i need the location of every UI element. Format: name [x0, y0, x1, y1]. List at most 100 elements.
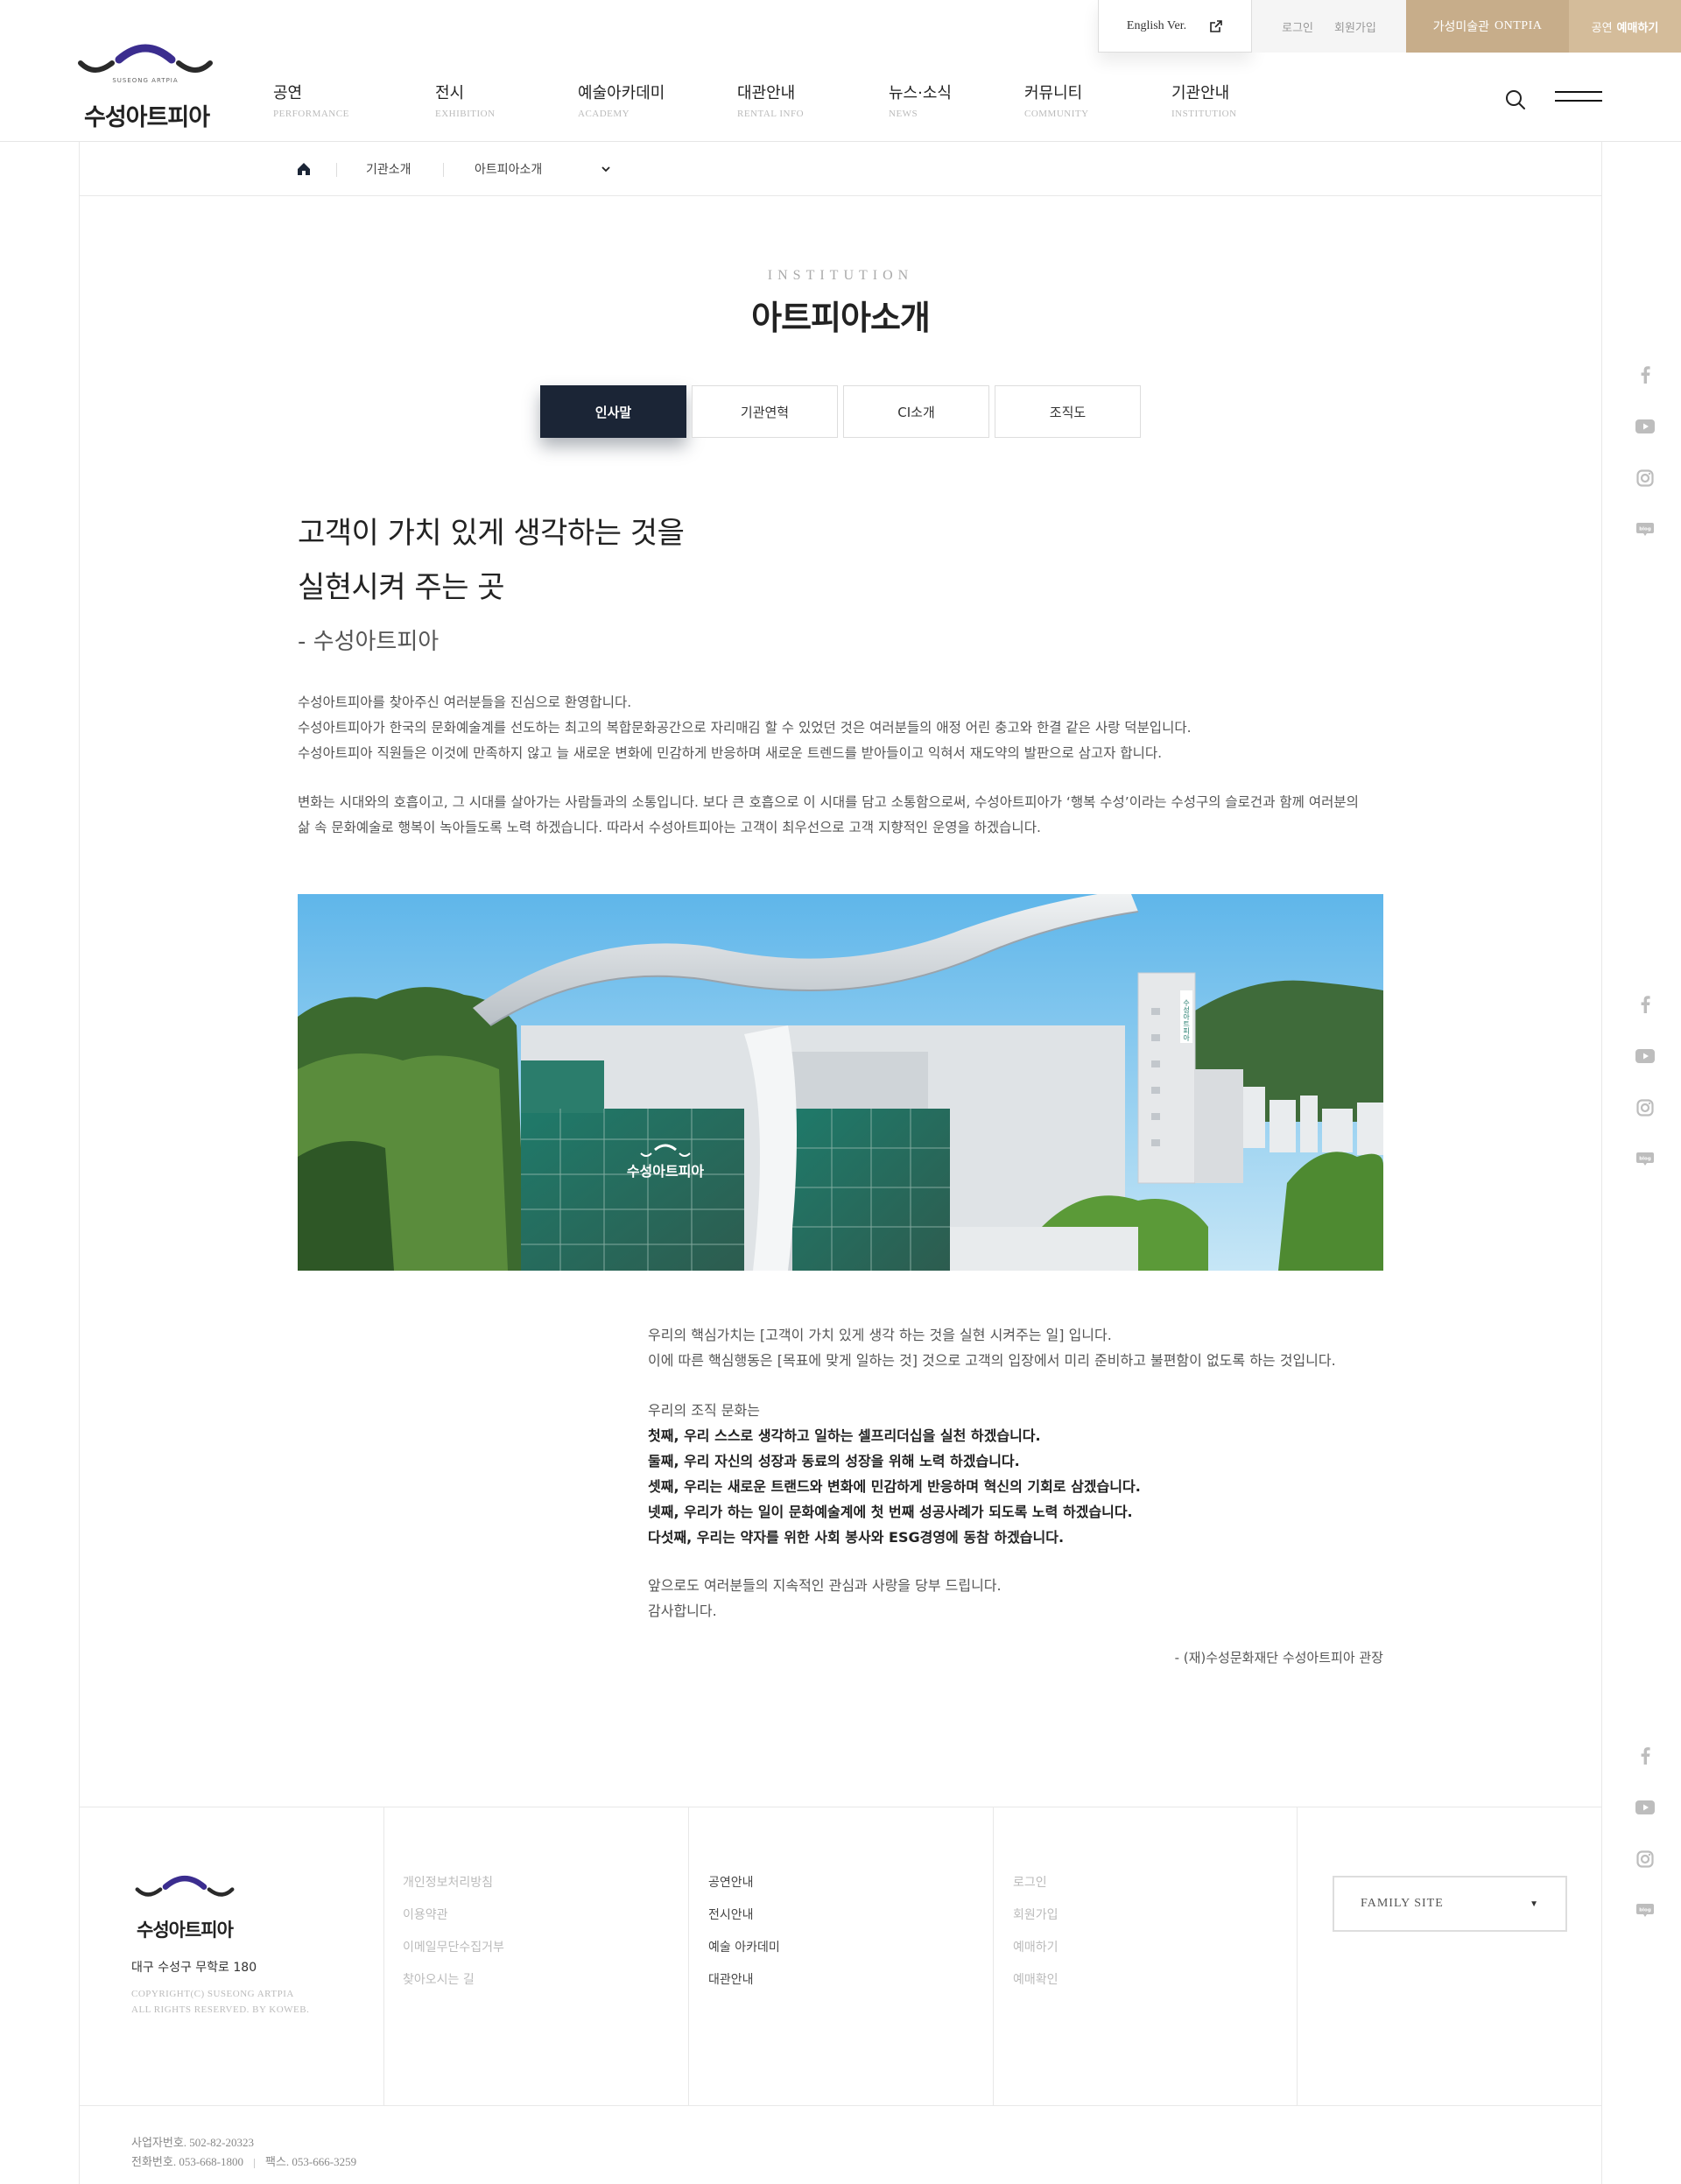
- culture-item: 둘째, 우리 자신의 성장과 동료의 성장을 위해 노력 하겠습니다.: [648, 1453, 1020, 1469]
- nav-institution[interactable]: 기관안내 INSTITUTION: [1171, 81, 1303, 119]
- core-values: 우리의 핵심가치는 [고객이 가치 있게 생각 하는 것을 실현 시켜주는 일]…: [648, 1322, 1418, 1373]
- nav-rental[interactable]: 대관안내 RENTAL INFO: [737, 81, 889, 119]
- english-version-link[interactable]: English Ver.: [1098, 0, 1252, 53]
- closing-line: 감사합니다.: [648, 1603, 717, 1619]
- search-icon[interactable]: [1504, 88, 1527, 111]
- footer-info-links: 공연안내 전시안내 예술 아카데미 대관안내: [708, 1867, 780, 1997]
- blog-icon[interactable]: blog: [1632, 517, 1658, 543]
- youtube-icon[interactable]: [1632, 1043, 1658, 1069]
- values-line: 우리의 핵심가치는 [고객이 가치 있게 생각 하는 것을 실현 시켜주는 일]…: [648, 1327, 1112, 1343]
- hamburger-menu-icon[interactable]: [1555, 91, 1602, 109]
- family-site-select[interactable]: FAMILY SITE ▼: [1333, 1876, 1567, 1932]
- footer-link-rental[interactable]: 대관안내: [708, 1964, 780, 1997]
- social-links: blog: [1632, 362, 1658, 568]
- footer-link-login[interactable]: 로그인: [1013, 1867, 1059, 1899]
- paragraph-line: 수성아트피아 직원들은 이것에 만족하지 않고 늘 새로운 변화에 민감하게 반…: [298, 745, 1163, 761]
- culture-intro: 우리의 조직 문화는: [648, 1402, 760, 1419]
- ontpia-link[interactable]: 가성미술관 ONTPIA: [1406, 0, 1569, 53]
- values-line: 이에 따른 핵심행동은 [목표에 맞게 일하는 것] 것으로 고객의 입장에서 …: [648, 1352, 1336, 1369]
- tab-organization[interactable]: 조직도: [995, 385, 1141, 438]
- footer-copyright: COPYRIGHT(C) SUSEONG ARTPIA ALL RIGHTS R…: [131, 1986, 309, 2018]
- facebook-icon[interactable]: [1632, 362, 1658, 388]
- blog-icon[interactable]: blog: [1632, 1146, 1658, 1173]
- tab-history[interactable]: 기관연혁: [692, 385, 838, 438]
- nav-label: 공연: [273, 84, 303, 102]
- home-icon[interactable]: [296, 161, 312, 177]
- utility-bar: English Ver. 로그인 회원가입 가성미술관 ONTPIA 공연 예매…: [1098, 0, 1681, 53]
- breadcrumb: 기관소개 아트피아소개: [79, 142, 1602, 196]
- footer-link-booking-check[interactable]: 예매확인: [1013, 1964, 1059, 1997]
- chevron-down-icon[interactable]: [599, 162, 613, 176]
- footer-column-divider: [1297, 1807, 1298, 2105]
- footer-link-privacy[interactable]: 개인정보처리방침: [403, 1867, 504, 1899]
- footer-link-booking[interactable]: 예매하기: [1013, 1932, 1059, 1964]
- tab-greeting[interactable]: 인사말: [540, 385, 686, 438]
- footer-link-directions[interactable]: 찾아오시는 길: [403, 1964, 504, 1997]
- youtube-icon[interactable]: [1632, 1794, 1658, 1821]
- facebook-icon[interactable]: [1632, 1743, 1658, 1769]
- join-link[interactable]: 회원가입: [1334, 18, 1376, 35]
- svg-text:blog: blog: [1639, 527, 1651, 532]
- blog-icon[interactable]: blog: [1632, 1898, 1658, 1924]
- culture-item: 다섯째, 우리는 약자를 위한 사회 봉사와 ESG경영에 동참 하겠습니다.: [648, 1529, 1065, 1546]
- nav-sublabel: NEWS: [889, 109, 918, 119]
- closing-line: 앞으로도 여러분들의 지속적인 관심과 사랑을 당부 드립니다.: [648, 1577, 1002, 1594]
- ontpia-name: ONTPIA: [1495, 19, 1543, 32]
- english-version-label: English Ver.: [1126, 18, 1187, 32]
- nav-academy[interactable]: 예술아카데미 ACADEMY: [578, 81, 737, 119]
- ticket-name: 예매하기: [1616, 21, 1659, 35]
- main-nav: 공연 PERFORMANCE 전시 EXHIBITION 예술아카데미 ACAD…: [273, 81, 1303, 119]
- tab-ci[interactable]: CI소개: [843, 385, 989, 438]
- instagram-icon[interactable]: [1632, 1846, 1658, 1872]
- footer-link-email-policy[interactable]: 이메일무단수집거부: [403, 1932, 504, 1964]
- caret-down-icon: ▼: [1530, 1899, 1539, 1909]
- slogan-line: 고객이 가치 있게 생각하는 것을: [298, 516, 685, 551]
- footer-link-performance[interactable]: 공연안내: [708, 1867, 780, 1899]
- frame-line-right: [1601, 142, 1602, 2184]
- culture-item: 셋째, 우리는 새로운 트랜드와 변화에 민감하게 반응하며 혁신의 기회로 삼…: [648, 1478, 1141, 1495]
- page-subhead: INSTITUTION: [767, 268, 914, 283]
- facebook-icon[interactable]: [1632, 991, 1658, 1018]
- building-photo: 수성아트피아 수성아트피아: [298, 894, 1383, 1271]
- nav-sublabel: PERFORMANCE: [273, 109, 349, 119]
- nav-label: 커뮤니티: [1024, 84, 1083, 102]
- social-links: blog: [1632, 1743, 1658, 1949]
- nav-sublabel: RENTAL INFO: [737, 109, 805, 119]
- svg-text:blog: blog: [1639, 1157, 1651, 1162]
- copyright-line: COPYRIGHT(C) SUSEONG ARTPIA: [131, 1989, 294, 1999]
- nav-performance[interactable]: 공연 PERFORMANCE: [273, 81, 435, 119]
- instagram-icon[interactable]: [1632, 465, 1658, 491]
- footer-address: 대구 수성구 무학로 180: [131, 1961, 257, 1975]
- footer-policy-links: 개인정보처리방침 이용약관 이메일무단수집거부 찾아오시는 길: [403, 1867, 504, 1997]
- footer-logo: 수성아트피아: [131, 1874, 238, 1941]
- youtube-icon[interactable]: [1632, 413, 1658, 440]
- greeting-paragraph: 수성아트피아를 찾아주신 여러분들을 진심으로 환영합니다. 수성아트피아가 한…: [298, 690, 1392, 766]
- organization-culture: 우리의 조직 문화는 첫째, 우리 스스로 생각하고 일하는 셀프리더십을 실천…: [648, 1398, 1418, 1550]
- footer-link-academy[interactable]: 예술 아카데미: [708, 1932, 780, 1964]
- footer-column-divider: [383, 1807, 384, 2105]
- nav-label: 기관안내: [1171, 84, 1230, 102]
- greeting-paragraph: 변화는 시대와의 호흡이고, 그 시대를 살아가는 사람들과의 소통입니다. 보…: [298, 790, 1392, 841]
- nav-community[interactable]: 커뮤니티 COMMUNITY: [1024, 81, 1171, 119]
- breadcrumb-level1[interactable]: 기관소개: [366, 160, 411, 178]
- culture-item: 넷째, 우리가 하는 일이 문화예술계에 첫 번째 성공사례가 되도록 노력 하…: [648, 1504, 1133, 1520]
- footer-link-exhibition[interactable]: 전시안내: [708, 1899, 780, 1932]
- instagram-icon[interactable]: [1632, 1095, 1658, 1121]
- login-link[interactable]: 로그인: [1282, 18, 1313, 35]
- closing-message: 앞으로도 여러분들의 지속적인 관심과 사랑을 당부 드립니다. 감사합니다.: [648, 1573, 1418, 1624]
- footer-column-divider: [688, 1807, 689, 2105]
- footer-link-join[interactable]: 회원가입: [1013, 1899, 1059, 1932]
- footer-member-links: 로그인 회원가입 예매하기 예매확인: [1013, 1867, 1059, 1997]
- footer-divider: [79, 2105, 1602, 2106]
- breadcrumb-level2[interactable]: 아트피아소개: [475, 160, 542, 178]
- site-logo[interactable]: SUSEONG ARTPIA 수성아트피아: [77, 42, 217, 131]
- nav-exhibition[interactable]: 전시 EXHIBITION: [435, 81, 578, 119]
- slogan-line: 실현시켜 주는 곳: [298, 570, 505, 605]
- ticket-booking-link[interactable]: 공연 예매하기: [1569, 0, 1681, 53]
- greeting-signature: - 수성아트피아: [298, 629, 440, 655]
- breadcrumb-divider: [336, 163, 337, 177]
- external-link-icon: [1210, 19, 1222, 32]
- nav-news[interactable]: 뉴스·소식 NEWS: [889, 81, 1024, 119]
- culture-item: 첫째, 우리 스스로 생각하고 일하는 셀프리더십을 실천 하겠습니다.: [648, 1427, 1041, 1444]
- footer-link-terms[interactable]: 이용약관: [403, 1899, 504, 1932]
